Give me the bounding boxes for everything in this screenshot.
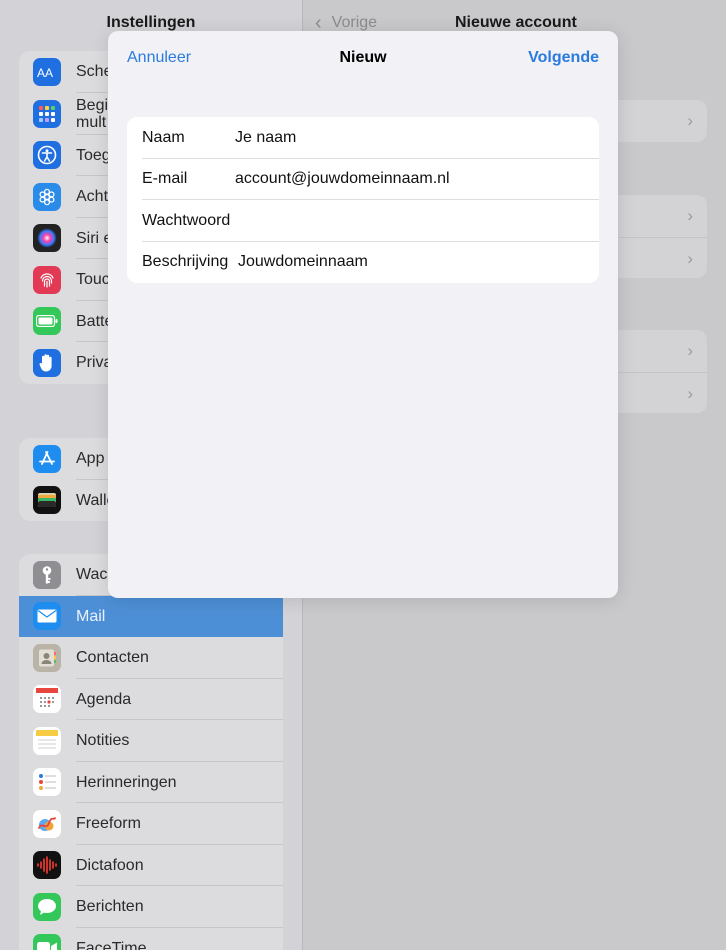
description-field[interactable] — [238, 253, 588, 272]
sidebar-item-calendar[interactable]: Agenda — [19, 679, 283, 721]
wallet-icon — [33, 486, 61, 515]
sidebar-item-voice-memos[interactable]: Dictafoon — [19, 845, 283, 887]
chevron-left-icon: ‹ — [315, 12, 322, 34]
chevron-right-icon: › — [687, 341, 693, 360]
password-field[interactable] — [238, 211, 588, 230]
chevron-right-icon: › — [687, 248, 693, 268]
app-store-icon — [33, 444, 61, 473]
accessibility-icon — [33, 141, 61, 170]
battery-icon — [33, 307, 61, 336]
name-field[interactable] — [235, 128, 585, 147]
chevron-right-icon: › — [687, 383, 693, 403]
back-label: Vorige — [331, 14, 378, 31]
mail-icon — [33, 602, 61, 631]
svg-text:AA: AA — [37, 66, 53, 79]
sidebar-title: Instellingen — [106, 14, 196, 31]
cancel-button[interactable]: Annuleer — [127, 49, 191, 67]
sidebar-item-reminders[interactable]: Herinneringen — [19, 762, 283, 804]
calendar-icon — [33, 685, 61, 714]
back-button[interactable]: ‹ Vorige — [315, 12, 378, 34]
account-form: Naam E-mail Wachtwoord Beschrijving — [127, 117, 599, 283]
sidebar-group-apps: Wac Mail Contacten Agenda Notities Herin… — [19, 554, 283, 950]
description-label: Beschrijving — [142, 253, 229, 271]
password-row: Wachtwoord — [127, 200, 599, 242]
detail-title: Nieuwe account — [455, 14, 577, 31]
sidebar-item-freeform[interactable]: Freeform — [19, 803, 283, 845]
voice-memos-icon — [33, 851, 61, 880]
email-row: E-mail — [127, 159, 599, 201]
email-label: E-mail — [142, 170, 188, 188]
sidebar-item-messages[interactable]: Berichten — [19, 886, 283, 928]
messages-icon — [33, 892, 61, 921]
chevron-right-icon: › — [687, 206, 693, 225]
sidebar-item-notes[interactable]: Notities — [19, 720, 283, 762]
fingerprint-icon — [33, 265, 61, 294]
key-icon — [33, 560, 61, 589]
notes-icon — [33, 726, 61, 755]
text-size-icon: AA — [33, 57, 61, 86]
email-field[interactable] — [235, 170, 585, 189]
new-account-sheet: Nieuw Annuleer Volgende Naam E-mail Wach… — [108, 31, 618, 598]
facetime-icon — [33, 934, 61, 950]
sidebar-item-facetime[interactable]: FaceTime — [19, 928, 283, 950]
hand-icon — [33, 348, 61, 377]
reminders-icon — [33, 768, 61, 797]
description-row: Beschrijving — [127, 242, 599, 284]
sidebar-item-mail[interactable]: Mail — [19, 595, 283, 637]
sidebar-item-contacts[interactable]: Contacten — [19, 637, 283, 679]
chevron-right-icon: › — [687, 111, 693, 130]
siri-icon — [33, 224, 61, 253]
password-label: Wachtwoord — [142, 211, 231, 229]
next-button[interactable]: Volgende — [528, 49, 599, 67]
name-row: Naam — [127, 117, 599, 159]
contacts-icon — [33, 643, 61, 672]
multitasking-icon — [33, 99, 61, 128]
name-label: Naam — [142, 128, 185, 146]
freeform-icon — [33, 809, 61, 838]
wallpaper-icon — [33, 182, 61, 211]
